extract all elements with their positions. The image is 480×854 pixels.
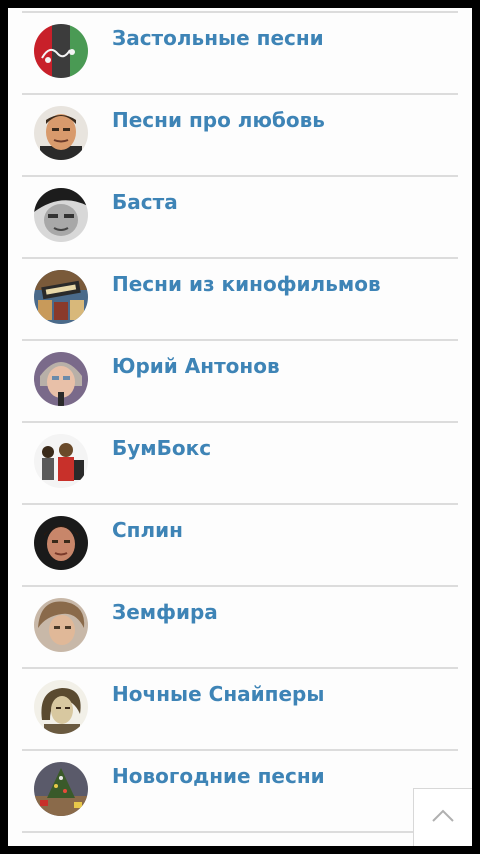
list-item-title[interactable]: Песни про любовь: [112, 108, 325, 132]
woman-portrait-avatar-icon: [34, 598, 88, 652]
screen: Застольные песни Песни про любовь Баста …: [0, 0, 480, 854]
song-category-list: Застольные песни Песни про любовь Баста …: [22, 11, 458, 833]
table-songs-avatar-icon: [34, 24, 88, 78]
woman-sketch-avatar-icon: [34, 680, 88, 734]
band-photo-avatar-icon: [34, 434, 88, 488]
film-poster-avatar-icon: [34, 270, 88, 324]
list-item[interactable]: Баста: [22, 177, 458, 259]
content-panel: Застольные песни Песни про любовь Баста …: [8, 8, 472, 846]
list-item[interactable]: БумБокс: [22, 423, 458, 505]
young-man-portrait-avatar-icon: [34, 516, 88, 570]
list-item-title[interactable]: Новогодние песни: [112, 764, 325, 788]
list-item[interactable]: Застольные песни: [22, 13, 458, 95]
list-item[interactable]: Ночные Снайперы: [22, 669, 458, 751]
singer-portrait-avatar-icon: [34, 352, 88, 406]
basta-portrait-avatar-icon: [34, 188, 88, 242]
list-item[interactable]: Земфира: [22, 587, 458, 669]
list-item[interactable]: Новогодние песни: [22, 751, 458, 833]
list-item-title[interactable]: Сплин: [112, 518, 183, 542]
list-item-title[interactable]: Застольные песни: [112, 26, 324, 50]
list-item[interactable]: Песни из кинофильмов: [22, 259, 458, 341]
list-item[interactable]: Песни про любовь: [22, 95, 458, 177]
list-item-title[interactable]: Земфира: [112, 600, 218, 624]
list-item-title[interactable]: БумБокс: [112, 436, 211, 460]
christmas-tree-avatar-icon: [34, 762, 88, 816]
list-item-title[interactable]: Баста: [112, 190, 178, 214]
list-item-title[interactable]: Юрий Антонов: [112, 354, 280, 378]
list-item-title[interactable]: Ночные Снайперы: [112, 682, 324, 706]
scroll-to-top-button[interactable]: [413, 788, 472, 846]
list-item[interactable]: Юрий Антонов: [22, 341, 458, 423]
list-item-title[interactable]: Песни из кинофильмов: [112, 272, 381, 296]
man-portrait-avatar-icon: [34, 106, 88, 160]
chevron-up-icon: [432, 809, 454, 822]
list-item[interactable]: Сплин: [22, 505, 458, 587]
